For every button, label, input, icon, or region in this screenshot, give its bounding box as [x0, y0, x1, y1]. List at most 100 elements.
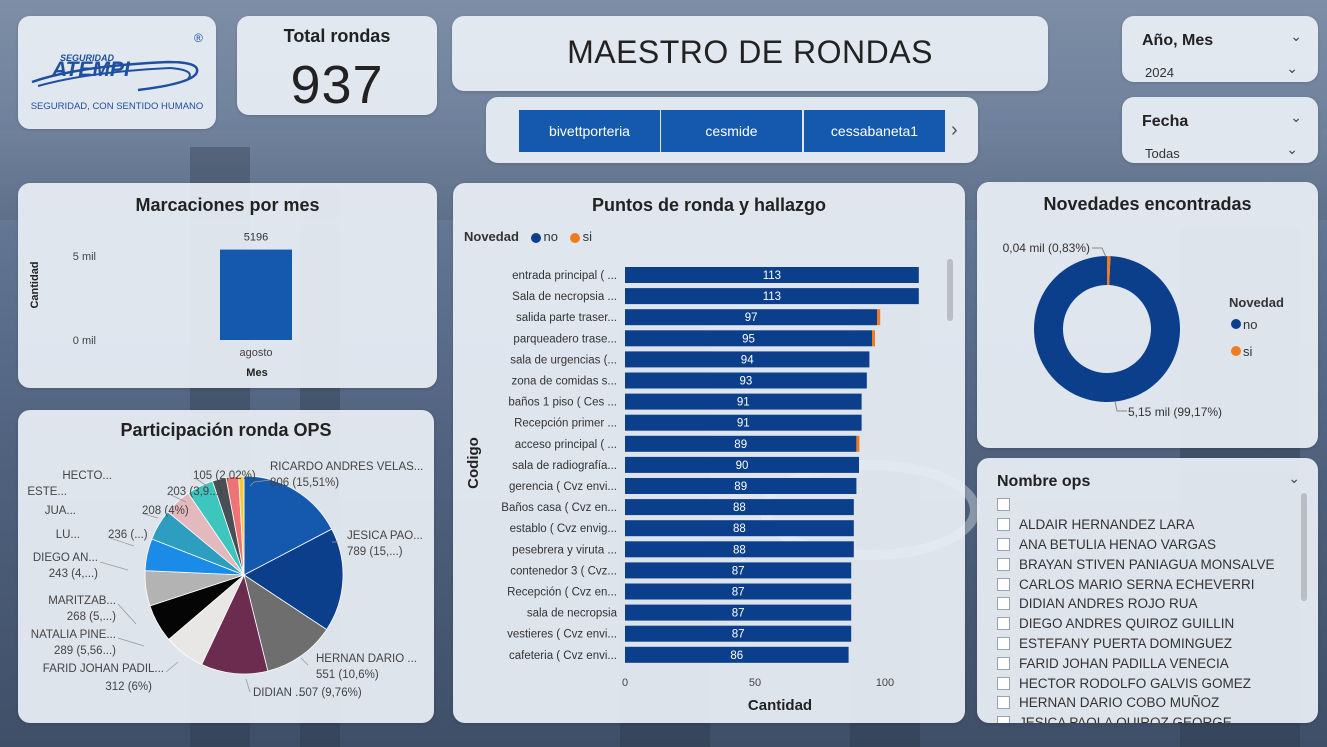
- chevron-down-icon[interactable]: ⌄: [1286, 60, 1298, 77]
- tab-bivettporteria[interactable]: bivettporteria: [519, 110, 660, 152]
- ops-list-item[interactable]: ESTEFANY PUERTA DOMINGUEZ: [997, 634, 1297, 654]
- ops-list-item[interactable]: JESICA PAOLA QUIROZ GEORGE: [997, 713, 1297, 723]
- data-label: 97: [745, 312, 758, 324]
- checkbox[interactable]: [997, 597, 1010, 611]
- chevron-down-icon[interactable]: ⌄: [1288, 470, 1300, 487]
- data-label: 5196: [244, 232, 268, 244]
- data-label: 87: [732, 565, 745, 577]
- category-label: sala de radiografía...: [512, 460, 617, 472]
- slice-value-label: 268 (5,...): [67, 611, 116, 623]
- category-label: cafeteria ( Cvz envi...: [509, 650, 617, 662]
- x-axis-label: Mes: [246, 367, 267, 379]
- bar-si[interactable]: [877, 309, 881, 326]
- ops-name: ALDAIR HERNANDEZ LARA: [1019, 517, 1195, 533]
- data-label: 94: [741, 354, 754, 366]
- legend-no: no: [1243, 317, 1257, 332]
- page-title-card: MAESTRO DE RONDAS: [452, 16, 1048, 91]
- slicer-label: Año, Mes: [1142, 32, 1214, 49]
- slicer-value[interactable]: 2024: [1145, 65, 1174, 80]
- slicer-label: Fecha: [1142, 113, 1189, 130]
- ops-list-item[interactable]: DIDIAN ANDRES ROJO RUA: [997, 594, 1297, 614]
- checkbox[interactable]: [997, 557, 1010, 571]
- ops-name: BRAYAN STIVEN PANIAGUA MONSALVE: [1019, 556, 1275, 572]
- checkbox[interactable]: [997, 716, 1010, 723]
- nombre-ops-slicer: Nombre ops ⌄ ALDAIR HERNANDEZ LARA ANA BE…: [977, 458, 1318, 723]
- leader-line: [117, 603, 137, 625]
- slice-name-label: LU...: [56, 529, 80, 541]
- ops-name: DIDIAN ANDRES ROJO RUA: [1019, 596, 1198, 612]
- slice-value-label: 551 (10,6%): [316, 669, 379, 681]
- ops-name: ANA BETULIA HENAO VARGAS: [1019, 536, 1217, 552]
- category-label: baños 1 piso ( Ces ...: [508, 397, 617, 409]
- ops-list-item[interactable]: ANA BETULIA HENAO VARGAS: [997, 535, 1297, 555]
- category-label: gerencia ( Cvz envi...: [509, 481, 617, 493]
- slicer-value[interactable]: Todas: [1145, 146, 1180, 161]
- slicer-year-month[interactable]: Año, Mes ⌄ 2024 ⌄: [1122, 16, 1318, 82]
- kpi-value: 937: [290, 55, 384, 115]
- category-label: Recepción primer ...: [514, 418, 617, 430]
- ops-list-item[interactable]: ALDAIR HERNANDEZ LARA: [997, 515, 1297, 535]
- bar[interactable]: [220, 249, 292, 340]
- tab-cessabaneta1[interactable]: cessabaneta1: [804, 110, 945, 152]
- leader-line: [300, 657, 309, 666]
- bar-si[interactable]: [872, 330, 875, 347]
- category-label: pesebrera y viruta ...: [512, 544, 617, 556]
- ops-list: ALDAIR HERNANDEZ LARA ANA BETULIA HENAO V…: [997, 495, 1297, 723]
- data-label: 0,04 mil (0,83%): [1003, 241, 1090, 255]
- category-label: vestieres ( Cvz envi...: [507, 629, 617, 641]
- registered-icon: ®: [194, 31, 203, 45]
- slice-value-label: 806 (15,51%): [270, 477, 339, 489]
- scrollbar[interactable]: [947, 259, 953, 321]
- data-label: 87: [732, 587, 745, 599]
- slicer-fecha[interactable]: Fecha ⌄ Todas ⌄: [1122, 97, 1318, 163]
- novedades-donut-chart: Novedad no si 0,04 mil (0,83%) 5,15 mil (…: [1003, 241, 1284, 419]
- ops-list-item[interactable]: CARLOS MARIO SERNA ECHEVERRI: [997, 574, 1297, 594]
- slice-name-label: JESICA PAO...: [347, 530, 423, 542]
- leader-line: [1092, 247, 1107, 258]
- checkbox[interactable]: [997, 498, 1010, 512]
- data-label: 90: [736, 460, 749, 472]
- logo-subtitle: SEGURIDAD, CON SENTIDO HUMANO: [30, 101, 204, 112]
- checkbox[interactable]: [997, 676, 1010, 690]
- slice-value-label: 243 (4,...): [49, 568, 98, 580]
- slice-name-label: MARITZAB...: [48, 595, 116, 607]
- category-label: parqueadero trase...: [513, 333, 617, 345]
- ops-list-item[interactable]: HECTOR RODOLFO GALVIS GOMEZ: [997, 673, 1297, 693]
- ops-list-item[interactable]: BRAYAN STIVEN PANIAGUA MONSALVE: [997, 554, 1297, 574]
- data-label: 87: [732, 608, 745, 620]
- ops-list-item[interactable]: HERNAN DARIO COBO MUÑOZ: [997, 693, 1297, 713]
- category-label: entrada principal ( ...: [512, 270, 617, 282]
- chevron-down-icon[interactable]: ⌄: [1290, 109, 1302, 126]
- logo-main-text: ATEMPI: [51, 58, 131, 81]
- chevron-down-icon[interactable]: ⌄: [1290, 28, 1302, 45]
- checkbox[interactable]: [997, 636, 1010, 650]
- ops-list-item[interactable]: [997, 495, 1297, 515]
- leader-line: [99, 561, 129, 571]
- checkbox[interactable]: [997, 617, 1010, 631]
- slice-value-label: 789 (15,...): [347, 546, 403, 558]
- category-label: sala de necropsia: [527, 608, 618, 620]
- ops-list-item[interactable]: DIEGO ANDRES QUIROZ GUILLIN: [997, 614, 1297, 634]
- category-label: contenedor 3 ( Cvz...: [510, 565, 617, 577]
- chevron-right-icon[interactable]: ›: [951, 119, 958, 142]
- legend-dot-si: [1231, 346, 1241, 356]
- ops-list-item[interactable]: FARID JOHAN PADILLA VENECIA: [997, 653, 1297, 673]
- novedades-chart-card: Novedades encontradas Novedad no si 0,04…: [977, 182, 1318, 448]
- client-tab-strip: bivettporteria cesmide cessabaneta1 ›: [486, 97, 978, 163]
- checkbox[interactable]: [997, 537, 1010, 551]
- checkbox[interactable]: [997, 656, 1010, 670]
- tab-cesmide[interactable]: cesmide: [661, 110, 802, 152]
- scrollbar[interactable]: [1301, 493, 1307, 601]
- bar-si[interactable]: [856, 435, 860, 452]
- chevron-down-icon[interactable]: ⌄: [1286, 141, 1298, 158]
- company-logo: SEGURIDAD ATEMPI ® SEGURIDAD, CON SENTID…: [18, 16, 216, 129]
- donut-slice-no[interactable]: [1033, 256, 1180, 402]
- checkbox[interactable]: [997, 577, 1010, 591]
- slice-value-label: 105 (2,02%): [193, 470, 256, 482]
- y-tick: 0 mil: [73, 335, 96, 347]
- slice-value-label: 312 (6%): [105, 681, 152, 693]
- ops-name: JESICA PAOLA QUIROZ GEORGE: [1019, 715, 1232, 723]
- checkbox[interactable]: [997, 518, 1010, 532]
- data-label: 113: [763, 270, 781, 282]
- checkbox[interactable]: [997, 696, 1010, 710]
